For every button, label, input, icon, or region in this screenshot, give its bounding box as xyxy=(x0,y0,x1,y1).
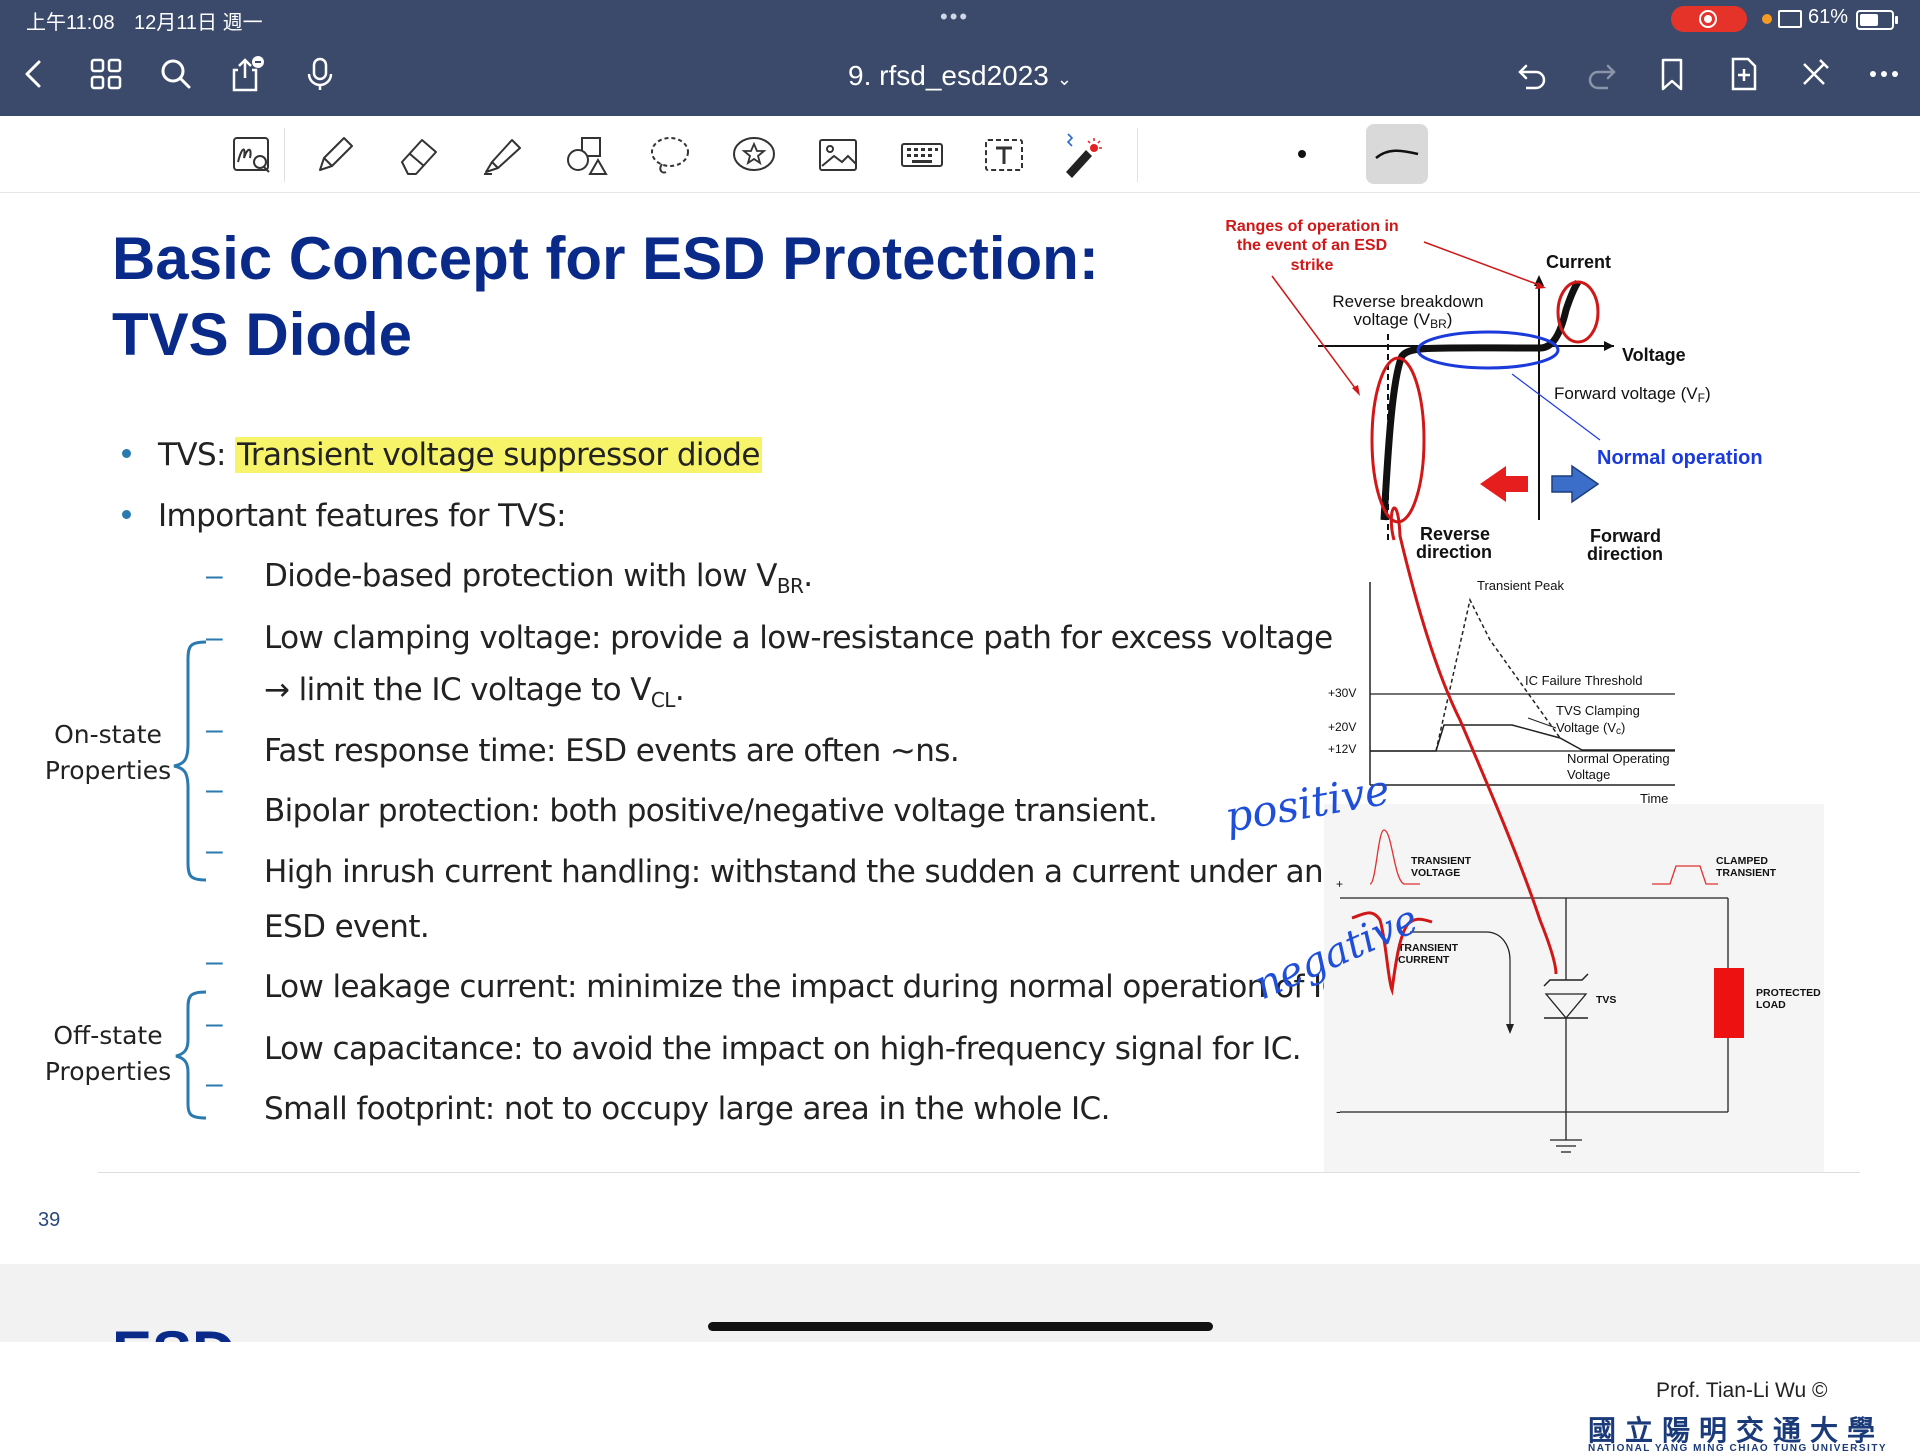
keyboard-icon[interactable] xyxy=(898,132,946,178)
item-low-clamping-cont: → limit the IC voltage to VCL. xyxy=(264,672,685,713)
battery-percent: 61% xyxy=(1808,6,1849,28)
bookmark-icon[interactable] xyxy=(1652,54,1692,94)
item-low-clamping: Low clamping voltage: provide a low-resi… xyxy=(264,620,1333,656)
list-dash: – xyxy=(206,559,223,592)
item-diode-based: Diode-based protection with low VBR. xyxy=(264,558,813,599)
slide-page: Basic Concept for ESD Protection: TVS Di… xyxy=(0,193,1920,1454)
shapes-icon[interactable] xyxy=(562,132,610,178)
sticker-icon[interactable] xyxy=(730,132,778,178)
university-logo-english: NATIONAL YANG MING CHIAO TUNG UNIVERSITY xyxy=(1588,1443,1888,1454)
home-indicator[interactable] xyxy=(708,1322,1213,1331)
multitask-dots[interactable]: ••• xyxy=(940,4,969,30)
more-icon[interactable] xyxy=(1864,54,1904,94)
add-page-icon[interactable] xyxy=(1724,54,1764,94)
onstate-label: On-state Properties xyxy=(44,720,172,785)
toolbar-divider xyxy=(1137,128,1138,182)
title-dropdown-icon[interactable]: ⌄ xyxy=(1057,69,1072,89)
text-box-icon[interactable] xyxy=(980,132,1028,178)
image-icon[interactable] xyxy=(814,132,862,178)
pen-icon[interactable] xyxy=(310,132,358,178)
highlighter-icon[interactable] xyxy=(478,132,526,178)
eraser-icon[interactable] xyxy=(394,132,442,178)
bullet-important-features: Important features for TVS: xyxy=(122,498,567,534)
item-inrush-cont: ESD event. xyxy=(264,909,430,945)
status-date: 12月11日 週一 xyxy=(134,12,263,34)
item-low-leakage: Low leakage current: minimize the impact… xyxy=(264,969,1352,1005)
stroke-style-selector[interactable] xyxy=(1366,124,1428,184)
stroke-size-dot[interactable] xyxy=(1298,150,1306,158)
list-dash: – xyxy=(206,773,223,806)
item-inrush: High inrush current handling: withstand … xyxy=(264,854,1324,890)
offstate-label: Off-state Properties xyxy=(44,1021,172,1086)
item-bipolar: Bipolar protection: both positive/negati… xyxy=(264,793,1158,829)
redo-icon[interactable] xyxy=(1582,54,1622,94)
slide-title: Basic Concept for ESD Protection: TVS Di… xyxy=(112,221,1099,373)
status-time: 上午11:08 xyxy=(26,12,115,34)
bullet-tvs: TVS: Transient voltage suppressor diode xyxy=(122,437,762,473)
slide-footer-divider xyxy=(98,1172,1860,1173)
list-dash: – xyxy=(206,621,223,654)
item-fast-response: Fast response time: ESD events are often… xyxy=(264,733,960,769)
next-slide-peek: ESD xyxy=(112,1318,235,1342)
screen-recording-icon[interactable] xyxy=(1671,6,1747,32)
list-dash: – xyxy=(206,1007,223,1040)
lasso-icon[interactable] xyxy=(646,132,694,178)
top-bar: 上午11:08 12月11日 週一 ••• 61% 9. rfsd_esd202… xyxy=(0,0,1920,116)
toolbar-divider xyxy=(284,128,285,182)
list-dash: – xyxy=(206,834,223,867)
item-low-capacitance: Low capacitance: to avoid the impact on … xyxy=(264,1031,1302,1067)
screen-mirror-icon xyxy=(1778,10,1802,28)
highlighted-text: Transient voltage suppressor diode xyxy=(235,437,762,473)
battery-icon xyxy=(1856,10,1898,30)
annotation-toolbar xyxy=(0,116,1920,193)
slide-page-number: 39 xyxy=(38,1209,61,1231)
mic-indicator-icon xyxy=(1762,14,1772,24)
title-line-2: TVS Diode xyxy=(112,301,413,368)
item-small-footprint: Small footprint: not to occupy large are… xyxy=(264,1091,1110,1127)
list-dash: – xyxy=(206,713,223,746)
laser-pointer-icon[interactable] xyxy=(1058,132,1106,178)
document-title[interactable]: 9. rfsd_esd2023 ⌄ xyxy=(0,60,1920,92)
undo-icon[interactable] xyxy=(1512,54,1552,94)
list-dash: – xyxy=(206,945,223,978)
close-pen-icon[interactable] xyxy=(1794,54,1834,94)
list-dash: – xyxy=(206,1067,223,1100)
slide-credit: Prof. Tian-Li Wu © xyxy=(1656,1379,1828,1402)
title-line-1: Basic Concept for ESD Protection: xyxy=(112,225,1099,292)
zoom-write-icon[interactable] xyxy=(228,132,276,178)
